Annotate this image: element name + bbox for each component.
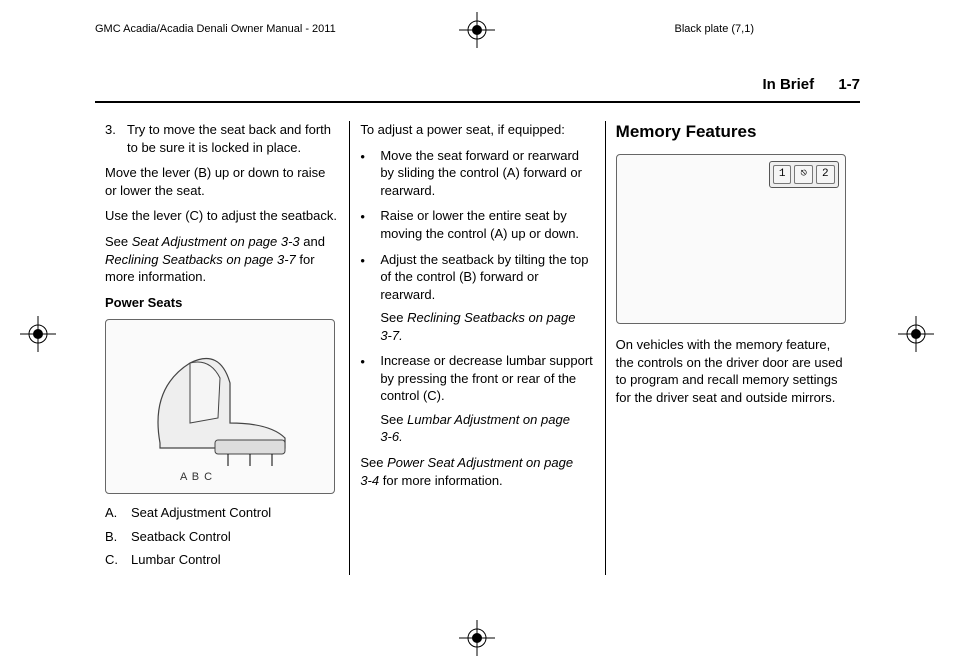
bullet-icon: • [360, 147, 380, 200]
step-3: 3. Try to move the seat back and forth t… [105, 121, 339, 156]
xref: Reclining Seatbacks on page 3‑7 [105, 252, 296, 267]
see-reference: See Power Seat Adjustment on page 3‑4 fo… [360, 454, 594, 489]
crop-mark-bottom [459, 620, 495, 656]
running-head: In Brief 1-7 [95, 75, 860, 103]
crop-mark-left [20, 316, 56, 352]
step-number: 3. [105, 121, 127, 156]
page-number: 1-7 [838, 76, 860, 93]
see-reference: See Seat Adjustment on page 3‑3 and Recl… [105, 233, 339, 286]
legend-item-a: A.Seat Adjustment Control [105, 504, 339, 522]
xref: Reclining Seatbacks on page 3‑7. [380, 310, 575, 343]
memory-switch-graphic: 1 ⎋ 2 [769, 161, 839, 188]
bullet-item: • Increase or decrease lumbar support by… [360, 352, 594, 446]
paragraph: Use the lever (C) to adjust the seatback… [105, 207, 339, 225]
step-text: Try to move the seat back and forth to b… [127, 121, 339, 156]
column-2: To adjust a power seat, if equipped: • M… [349, 121, 604, 575]
page-body: In Brief 1-7 3. Try to move the seat bac… [95, 75, 860, 575]
intro-line: To adjust a power seat, if equipped: [360, 121, 594, 139]
memory-button-2: 2 [816, 165, 835, 184]
memory-button-1: 1 [773, 165, 792, 184]
heading-memory-features: Memory Features [616, 121, 850, 144]
memory-button-exit-icon: ⎋ [794, 165, 813, 184]
xref: Lumbar Adjustment on page 3‑6. [380, 412, 570, 445]
figure-power-seat: A B C [105, 319, 335, 494]
plate-info: Black plate (7,1) [675, 22, 754, 37]
figure-memory-controls: 1 ⎋ 2 [616, 154, 846, 324]
column-3: Memory Features 1 ⎋ 2 On vehicles with t… [605, 121, 860, 575]
crop-mark-right [898, 316, 934, 352]
print-header: GMC Acadia/Acadia Denali Owner Manual - … [0, 22, 954, 37]
figure-labels: A B C [120, 470, 320, 485]
section-name: In Brief [762, 76, 814, 93]
bullet-item: • Raise or lower the entire seat by movi… [360, 207, 594, 242]
manual-title: GMC Acadia/Acadia Denali Owner Manual - … [95, 22, 336, 37]
legend-item-b: B.Seatback Control [105, 528, 339, 546]
legend-item-c: C.Lumbar Control [105, 551, 339, 569]
paragraph: Move the lever (B) up or down to raise o… [105, 164, 339, 199]
paragraph: On vehicles with the memory feature, the… [616, 336, 850, 406]
bullet-icon: • [360, 352, 380, 446]
subhead-power-seats: Power Seats [105, 294, 339, 312]
bullet-icon: • [360, 251, 380, 345]
xref: Seat Adjustment on page 3‑3 [132, 234, 300, 249]
bullet-icon: • [360, 207, 380, 242]
column-1: 3. Try to move the seat back and forth t… [95, 121, 349, 575]
bullet-item: • Move the seat forward or rearward by s… [360, 147, 594, 200]
bullet-item: • Adjust the seatback by tilting the top… [360, 251, 594, 345]
